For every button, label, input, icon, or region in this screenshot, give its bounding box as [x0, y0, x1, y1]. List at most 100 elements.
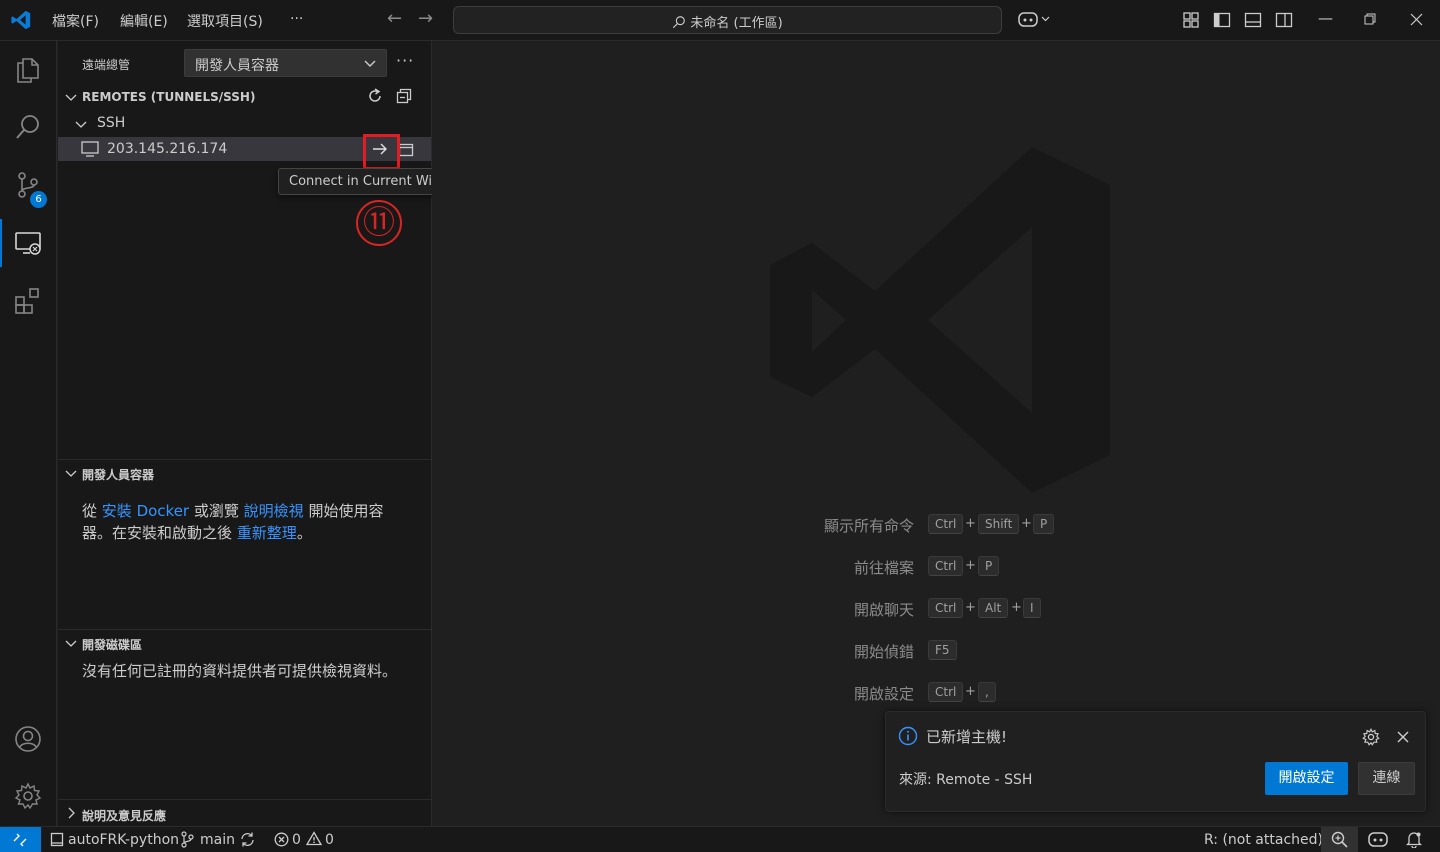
- dev-containers-section-header[interactable]: 開發人員容器: [58, 459, 431, 482]
- activity-bar: 6: [0, 41, 57, 826]
- remote-explorer-activity[interactable]: [0, 219, 57, 267]
- refresh-icon[interactable]: [366, 87, 384, 105]
- install-docker-link[interactable]: 安裝 Docker: [102, 502, 189, 520]
- vscode-logo-icon: [11, 10, 31, 30]
- scm-badge: 6: [30, 191, 47, 208]
- connect-button[interactable]: 連線: [1358, 762, 1415, 795]
- key-cap: Shift: [978, 514, 1020, 534]
- dev-text-part: 從: [82, 502, 98, 520]
- shortcut-label: 開啟設定: [853, 685, 914, 703]
- dev-volumes-section-header[interactable]: 開發磁碟區: [58, 629, 431, 652]
- remote-type-dropdown[interactable]: 開發人員容器: [184, 49, 387, 77]
- step-annotation: ⑪: [356, 200, 402, 246]
- customize-layout-icon[interactable]: [1182, 11, 1200, 29]
- manage-activity[interactable]: [0, 772, 57, 820]
- remote-status[interactable]: R: (not attached): [1204, 832, 1323, 848]
- dev-text-part: 或瀏覽: [193, 502, 239, 520]
- key-cap: P: [1033, 514, 1055, 534]
- ssh-group-label: SSH: [97, 115, 126, 131]
- plus-sign: +: [1021, 516, 1032, 531]
- plus-sign: +: [965, 684, 976, 699]
- zoom-in-icon: [1331, 831, 1348, 848]
- copilot-icon[interactable]: [1018, 10, 1054, 28]
- chevron-down-icon: [65, 470, 77, 477]
- chevron-down-icon: [364, 60, 376, 67]
- forward-arrow-icon[interactable]: →: [418, 8, 433, 29]
- warning-count[interactable]: 0: [325, 832, 334, 848]
- notifications-bell-icon[interactable]: [1406, 831, 1422, 848]
- toggle-panel-icon[interactable]: [1244, 11, 1262, 29]
- editor-area: 顯示所有命令 Ctrl + Shift + P 前往檔案 Ctrl + P 開啟…: [432, 41, 1440, 826]
- info-icon: [898, 726, 918, 746]
- command-center-search[interactable]: 未命名 (工作區): [453, 6, 1002, 34]
- key-cap: Ctrl: [928, 682, 964, 702]
- plus-sign: +: [965, 558, 976, 573]
- monitor-icon: [81, 141, 99, 157]
- key-cap: Ctrl: [928, 598, 964, 618]
- toggle-primary-sidebar-icon[interactable]: [1213, 11, 1231, 29]
- close-icon[interactable]: [1397, 731, 1409, 743]
- shortcut-label: 前往檔案: [853, 559, 914, 577]
- plus-sign: +: [965, 600, 976, 615]
- close-window-icon[interactable]: [1410, 13, 1423, 26]
- title-bar: 檔案(F) 編輯(E) 選取項目(S) ··· ← → 未命名 (工作區) —: [0, 0, 1440, 41]
- dev-volumes-section-label: 開發磁碟區: [82, 638, 143, 652]
- open-new-window-icon[interactable]: [398, 141, 414, 157]
- error-icon: [274, 832, 289, 847]
- gear-icon[interactable]: [1362, 728, 1380, 746]
- open-config-button[interactable]: 開啟設定: [1265, 762, 1348, 795]
- menu-selection[interactable]: 選取項目(S): [187, 11, 263, 31]
- files-icon: [17, 58, 39, 83]
- ssh-host-label: 203.145.216.174: [107, 141, 228, 157]
- remote-explorer-icon: [15, 232, 41, 255]
- explorer-activity[interactable]: [0, 46, 57, 94]
- search-activity[interactable]: [0, 103, 57, 151]
- back-arrow-icon[interactable]: ←: [387, 8, 402, 29]
- remote-icon: [13, 833, 27, 847]
- menu-more[interactable]: ···: [290, 11, 303, 27]
- key-cap: I: [1023, 598, 1041, 618]
- sync-icon[interactable]: [239, 831, 256, 848]
- branch-name[interactable]: main: [200, 832, 235, 848]
- refresh-link[interactable]: 重新整理: [237, 524, 297, 542]
- zoom-button[interactable]: [1321, 827, 1358, 852]
- ssh-group-row[interactable]: SSH: [58, 112, 431, 134]
- project-icon: [50, 832, 64, 847]
- dev-containers-section-label: 開發人員容器: [82, 468, 155, 482]
- remotes-section-label: REMOTES (TUNNELS/SSH): [82, 90, 256, 104]
- dev-volumes-message: 沒有任何已註冊的資料提供者可提供檢視資料。: [82, 662, 398, 680]
- chevron-down-icon: [65, 640, 77, 647]
- search-text: 未命名 (工作區): [690, 16, 783, 31]
- minimize-icon[interactable]: —: [1318, 9, 1333, 27]
- menu-file[interactable]: 檔案(F): [52, 11, 99, 31]
- shortcut-label: 開啟聊天: [853, 601, 914, 619]
- more-actions-icon[interactable]: ···: [396, 51, 414, 70]
- sidebar-title: 遠端總管: [82, 58, 131, 72]
- source-control-activity[interactable]: 6: [0, 161, 57, 209]
- remotes-section-header[interactable]: REMOTES (TUNNELS/SSH): [58, 86, 431, 108]
- collapse-all-icon[interactable]: [396, 88, 412, 104]
- help-section-label: 說明及意見反應: [82, 809, 167, 823]
- restore-icon[interactable]: [1364, 13, 1377, 26]
- search-icon: [16, 115, 39, 139]
- accounts-activity[interactable]: [0, 715, 57, 763]
- shortcut-label: 顯示所有命令: [823, 517, 914, 535]
- annotation-highlight-box: [363, 134, 400, 170]
- dev-containers-message: 從 安裝 Docker 或瀏覽 說明檢視 開始使用容 器。在安裝和啟動之後 重新…: [82, 500, 412, 544]
- search-icon: [673, 16, 686, 29]
- menu-edit[interactable]: 編輯(E): [120, 11, 168, 31]
- project-name[interactable]: autoFRK-python: [68, 832, 179, 848]
- error-count[interactable]: 0: [292, 832, 301, 848]
- notification-toast: 已新增主機! 來源: Remote - SSH 開啟設定 連線: [885, 711, 1426, 812]
- toggle-secondary-sidebar-icon[interactable]: [1275, 11, 1293, 29]
- gear-icon: [14, 782, 42, 810]
- plus-sign: +: [965, 516, 976, 531]
- help-section-header[interactable]: 說明及意見反應: [58, 799, 431, 826]
- copilot-status-icon[interactable]: [1368, 831, 1388, 848]
- shortcut-row: 顯示所有命令 Ctrl + Shift + P: [432, 514, 1332, 535]
- extensions-activity[interactable]: [0, 277, 57, 325]
- status-bar: autoFRK-python main 0 0 R: (not attached…: [0, 826, 1440, 852]
- account-icon: [15, 726, 41, 752]
- help-view-link[interactable]: 說明檢視: [244, 502, 304, 520]
- remote-indicator[interactable]: [0, 827, 41, 852]
